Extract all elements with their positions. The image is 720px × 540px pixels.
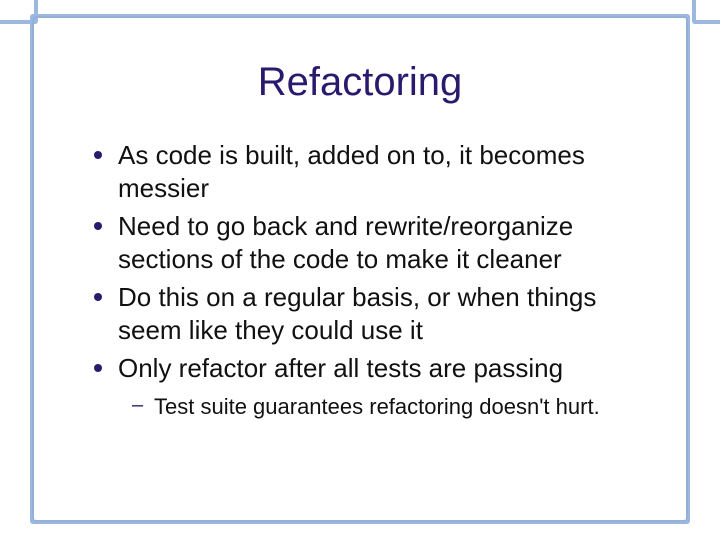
bullet-item: Need to go back and rewrite/reorganize s… xyxy=(88,210,650,275)
bullet-item: As code is built, added on to, it become… xyxy=(88,139,650,204)
sub-bullet-item: Test suite guarantees refactoring doesn'… xyxy=(128,393,650,421)
sub-bullet-list: Test suite guarantees refactoring doesn'… xyxy=(70,393,650,421)
slide: Refactoring As code is built, added on t… xyxy=(0,0,720,540)
bullet-item: Only refactor after all tests are passin… xyxy=(88,352,650,385)
slide-title: Refactoring xyxy=(70,60,650,105)
bullet-list: As code is built, added on to, it become… xyxy=(70,139,650,385)
bullet-item: Do this on a regular basis, or when thin… xyxy=(88,281,650,346)
slide-content: Refactoring As code is built, added on t… xyxy=(30,14,690,524)
frame-corner-top-right xyxy=(692,0,720,24)
